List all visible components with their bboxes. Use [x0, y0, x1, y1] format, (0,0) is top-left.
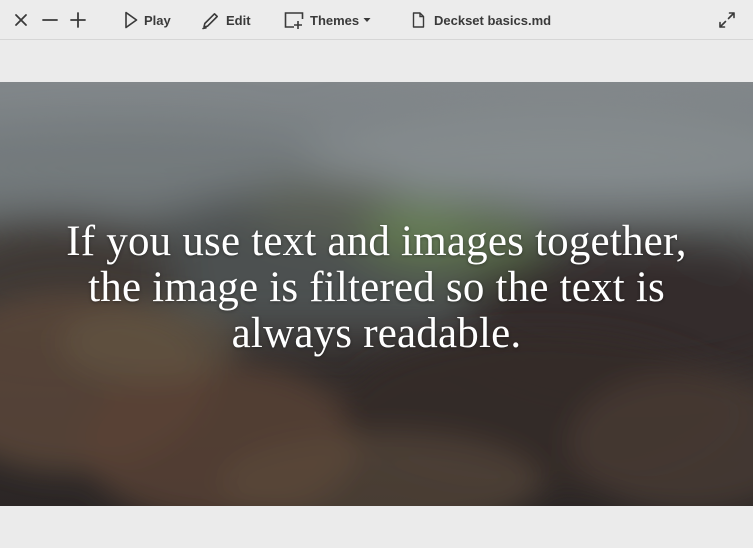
deckset-window: Play Edit Themes Deckset basics.md If yo…	[0, 0, 753, 548]
expand-icon	[718, 11, 736, 29]
close-icon	[14, 13, 28, 27]
document-title: Deckset basics.md	[412, 0, 551, 40]
zoom-out-button[interactable]	[42, 0, 58, 40]
play-label: Play	[144, 12, 171, 28]
themes-icon	[284, 11, 304, 29]
file-name: Deckset basics.md	[434, 12, 552, 28]
pencil-icon	[201, 11, 220, 30]
slide-text-container: If you use text and images together, the…	[0, 82, 753, 506]
play-icon	[124, 11, 138, 29]
toolbar: Play Edit Themes Deckset basics.md	[0, 0, 753, 40]
play-button[interactable]: Play	[124, 0, 171, 40]
fullscreen-button[interactable]	[718, 0, 736, 40]
edit-label: Edit	[226, 12, 251, 28]
close-button[interactable]	[14, 0, 28, 40]
themes-label: Themes	[310, 12, 360, 28]
edit-button[interactable]: Edit	[201, 0, 251, 40]
slide-preview[interactable]: If you use text and images together, the…	[0, 82, 753, 506]
document-icon	[412, 12, 425, 28]
themes-button[interactable]: Themes	[284, 0, 371, 40]
zoom-in-button[interactable]	[70, 0, 86, 40]
chevron-down-icon	[363, 17, 371, 23]
plus-icon	[70, 12, 86, 28]
slide-text: If you use text and images together, the…	[66, 218, 687, 357]
minus-icon	[42, 13, 58, 27]
